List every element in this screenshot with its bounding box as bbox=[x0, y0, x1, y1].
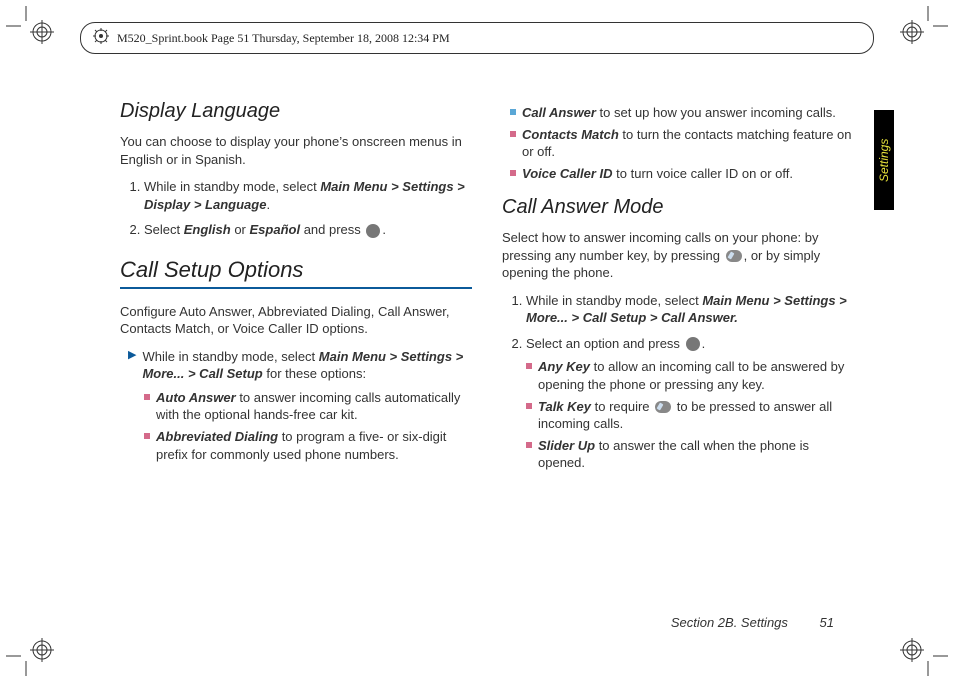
step-1: While in standby mode, select Main Menu … bbox=[526, 292, 854, 327]
right-column: Call Answer to set up how you answer inc… bbox=[502, 100, 854, 612]
paragraph: Configure Auto Answer, Abbreviated Diali… bbox=[120, 303, 472, 338]
book-icon bbox=[93, 28, 109, 48]
square-bullet-icon bbox=[526, 442, 532, 448]
sub-bullet: Talk Key to require to be pressed to ans… bbox=[526, 398, 854, 433]
arrow-bullet: ▶ While in standby mode, select Main Men… bbox=[128, 348, 472, 383]
heading-display-language: Display Language bbox=[120, 100, 472, 123]
sub-bullet: Contacts Match to turn the contacts matc… bbox=[510, 126, 854, 161]
square-bullet-icon bbox=[510, 170, 516, 176]
sub-bullet: Any Key to allow an incoming call to be … bbox=[526, 358, 854, 393]
framemaker-header: M520_Sprint.book Page 51 Thursday, Septe… bbox=[80, 22, 874, 54]
square-bullet-icon bbox=[144, 433, 150, 439]
footer-section: Section 2B. Settings bbox=[671, 615, 788, 630]
section-tab: Settings bbox=[874, 110, 894, 210]
section-tab-label: Settings bbox=[877, 138, 891, 181]
square-bullet-icon bbox=[526, 403, 532, 409]
left-column: Display Language You can choose to displ… bbox=[120, 100, 472, 612]
sub-bullet: Call Answer to set up how you answer inc… bbox=[510, 104, 854, 122]
step-1: While in standby mode, select Main Menu … bbox=[144, 178, 472, 213]
step-2: Select English or Español and press . bbox=[144, 221, 472, 239]
square-bullet-icon bbox=[526, 363, 532, 369]
registration-mark-icon bbox=[30, 638, 54, 662]
heading-call-answer-mode: Call Answer Mode bbox=[502, 196, 854, 219]
talk-key-icon bbox=[655, 401, 671, 413]
sub-bullet: Voice Caller ID to turn voice caller ID … bbox=[510, 165, 854, 183]
page-footer: Section 2B. Settings 51 bbox=[120, 615, 834, 630]
square-bullet-icon bbox=[510, 109, 516, 115]
header-text: M520_Sprint.book Page 51 Thursday, Septe… bbox=[117, 31, 450, 46]
registration-mark-icon bbox=[900, 20, 924, 44]
talk-key-icon bbox=[726, 250, 742, 262]
paragraph: Select how to answer incoming calls on y… bbox=[502, 229, 854, 282]
sub-bullet: Auto Answer to answer incoming calls aut… bbox=[144, 389, 472, 424]
square-bullet-icon bbox=[144, 394, 150, 400]
sub-bullet: Abbreviated Dialing to program a five- o… bbox=[144, 428, 472, 463]
heading-call-setup-options: Call Setup Options bbox=[120, 257, 472, 289]
footer-page-number: 51 bbox=[820, 615, 834, 630]
registration-mark-icon bbox=[30, 20, 54, 44]
sub-bullet: Slider Up to answer the call when the ph… bbox=[526, 437, 854, 472]
paragraph: You can choose to display your phone’s o… bbox=[120, 133, 472, 168]
ok-key-icon bbox=[686, 337, 700, 351]
registration-mark-icon bbox=[900, 638, 924, 662]
square-bullet-icon bbox=[510, 131, 516, 137]
step-2: Select an option and press . Any Key to … bbox=[526, 335, 854, 472]
triangle-bullet-icon: ▶ bbox=[128, 348, 136, 383]
ok-key-icon bbox=[366, 224, 380, 238]
